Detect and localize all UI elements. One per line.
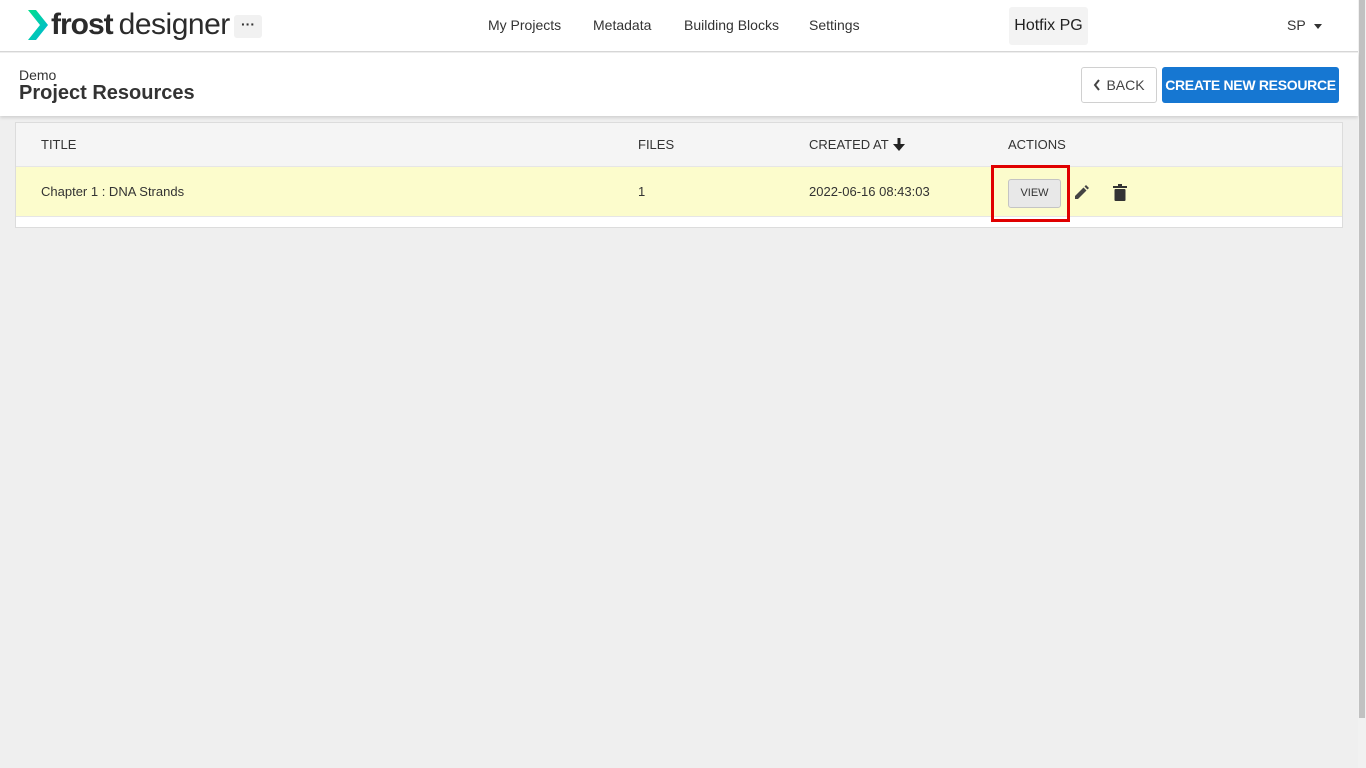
table-header: TITLE FILES CREATED AT ACTIONS (16, 123, 1342, 167)
caret-down-icon (1313, 23, 1322, 29)
app-logo[interactable]: frost designer (26, 7, 230, 43)
view-button[interactable]: VIEW (1008, 179, 1061, 208)
back-button-label: BACK (1106, 77, 1145, 93)
nav-my-projects[interactable]: My Projects (488, 17, 561, 33)
column-header-actions-label: ACTIONS (1008, 137, 1066, 152)
nav-metadata[interactable]: Metadata (593, 17, 651, 33)
column-header-created-at[interactable]: CREATED AT (809, 137, 905, 152)
column-header-title-label: TITLE (41, 137, 77, 152)
page-scrollbar[interactable] (1358, 0, 1366, 768)
logo-text-designer: designer (118, 8, 231, 41)
column-header-files[interactable]: FILES (638, 137, 674, 152)
column-header-actions: ACTIONS (1008, 137, 1066, 152)
pencil-icon[interactable] (1073, 185, 1089, 201)
page-header: Demo Project Resources BACK CREATE NEW R… (0, 53, 1358, 116)
arrow-down-icon (892, 138, 905, 151)
user-initials: SP (1287, 17, 1306, 33)
more-options-button[interactable]: ··· (234, 15, 262, 38)
cell-created-at: 2022-06-16 08:43:03 (809, 184, 930, 199)
trash-icon[interactable] (1113, 184, 1127, 201)
logo-text-frost: frost (51, 8, 114, 41)
create-new-resource-button[interactable]: CREATE NEW RESOURCE (1162, 67, 1339, 103)
cell-title: Chapter 1 : DNA Strands (41, 184, 185, 199)
page-title: Project Resources (19, 82, 195, 104)
column-header-files-label: FILES (638, 137, 675, 152)
cell-files: 1 (638, 184, 646, 199)
nav-building-blocks[interactable]: Building Blocks (684, 17, 779, 33)
chevron-logo-icon (28, 10, 48, 40)
breadcrumb[interactable]: Demo (19, 67, 56, 83)
resources-table: TITLE FILES CREATED AT ACTIONS Chapter 1… (15, 122, 1343, 228)
back-button[interactable]: BACK (1081, 67, 1157, 103)
scrollbar-thumb[interactable] (1359, 0, 1365, 718)
nav-settings[interactable]: Settings (809, 17, 860, 33)
chevron-left-icon (1094, 79, 1101, 91)
current-project-selector[interactable]: Hotfix PG (1009, 7, 1088, 45)
column-header-title[interactable]: TITLE (41, 137, 76, 152)
top-navbar: frost designer ··· My Projects Metadata … (0, 0, 1358, 52)
column-header-created-at-label: CREATED AT (809, 137, 889, 152)
table-row[interactable]: Chapter 1 : DNA Strands 1 2022-06-16 08:… (16, 165, 1342, 222)
user-menu[interactable]: SP (1287, 17, 1322, 33)
